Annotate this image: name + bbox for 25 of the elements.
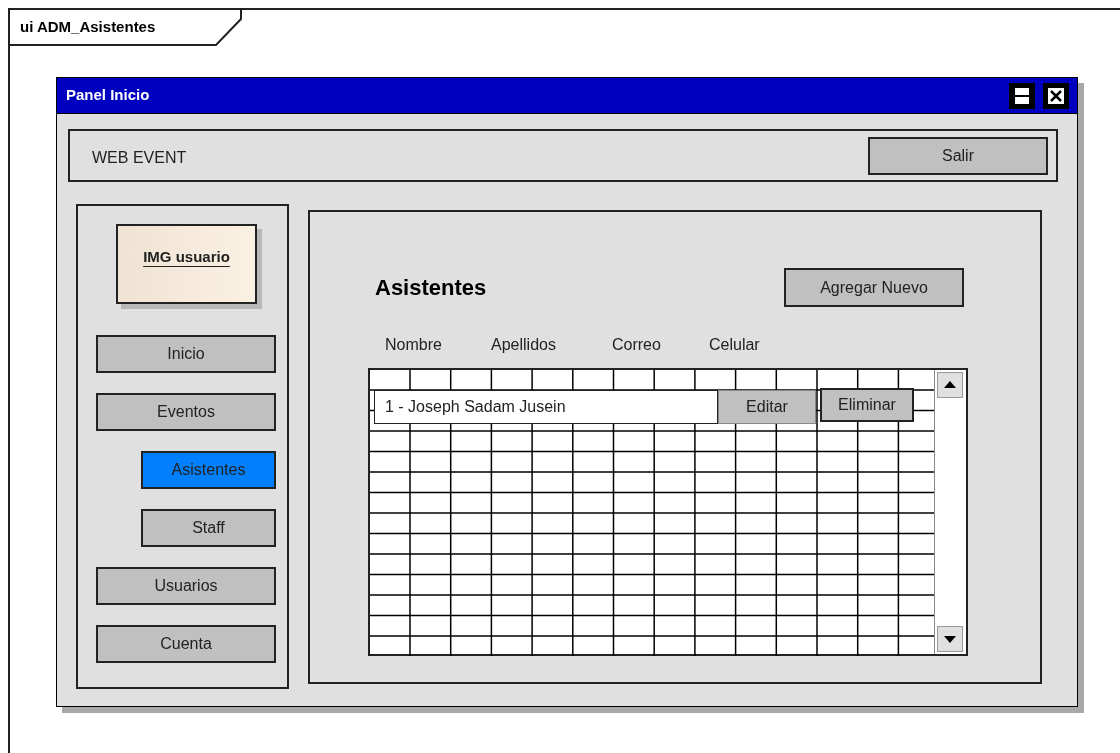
image-label: IMG usuario — [143, 247, 230, 267]
add-new-button[interactable]: Agregar Nuevo — [784, 268, 964, 307]
sidebar-nav-button[interactable]: Eventos — [96, 393, 276, 431]
sidebar-nav-button[interactable]: Usuarios — [96, 567, 276, 605]
close-icon[interactable] — [1043, 82, 1069, 109]
sidebar-nav-button[interactable]: Cuenta — [96, 625, 276, 663]
column-header: Nombre — [385, 335, 443, 355]
scrollbar[interactable] — [934, 370, 966, 654]
sidebar-nav-button[interactable]: Inicio — [96, 335, 276, 373]
column-header: Celular — [709, 335, 761, 355]
sidebar-nav-button[interactable]: Asistentes — [141, 451, 276, 489]
window-maximize-icon[interactable] — [1009, 82, 1035, 109]
section-heading: Asistentes — [375, 274, 487, 302]
column-header: Apellidos — [491, 335, 557, 355]
logout-button[interactable]: Salir — [868, 136, 1048, 175]
diagram-title: ui ADM_Asistentes — [10, 10, 242, 46]
sidebar-nav-button[interactable]: Staff — [141, 509, 276, 547]
scroll-up-icon[interactable] — [937, 372, 963, 398]
delete-button[interactable]: Eliminar — [820, 388, 914, 422]
brand-label: WEB EVENT — [92, 147, 187, 168]
scroll-down-icon[interactable] — [937, 626, 963, 652]
column-header: Correo — [612, 335, 662, 355]
list-row-text: 1 - Joseph Sadam Jusein — [374, 390, 718, 424]
window-title: Panel Inicio — [66, 85, 150, 106]
edit-button[interactable]: Editar — [718, 390, 816, 424]
